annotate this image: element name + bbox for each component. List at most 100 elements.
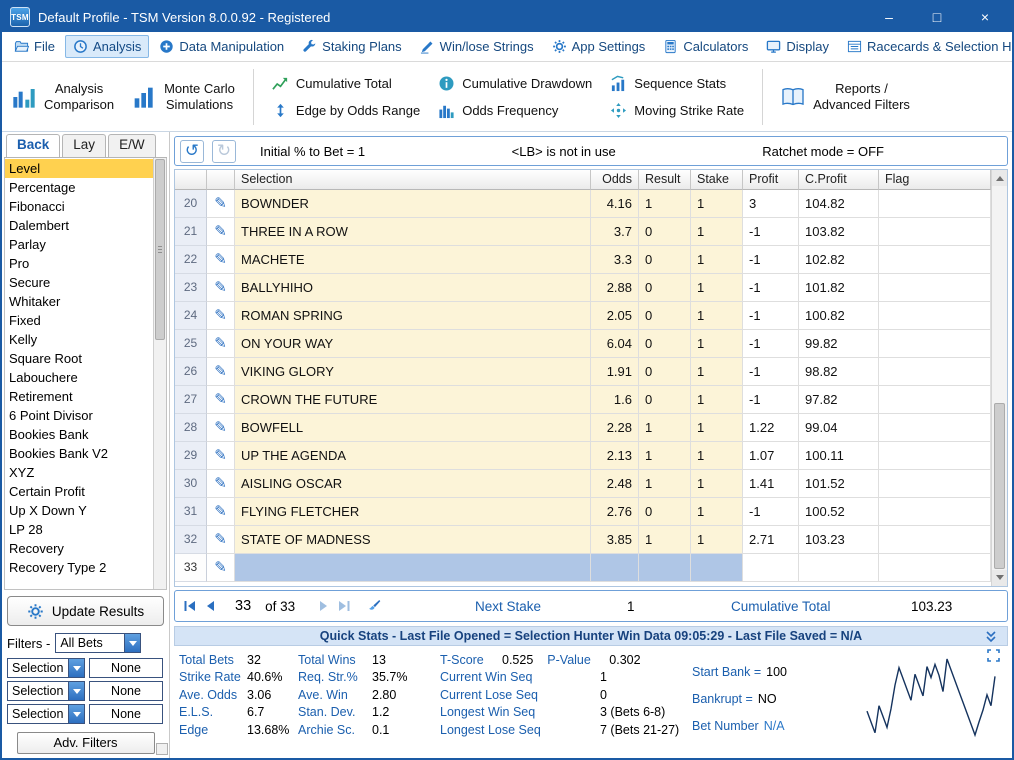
edit-row-button[interactable]: ✎: [207, 330, 235, 358]
cell-odds[interactable]: 4.16: [591, 190, 639, 218]
cell-stake[interactable]: 1: [691, 386, 743, 414]
selection-filter-value[interactable]: None: [89, 658, 163, 678]
cell-result[interactable]: 0: [639, 302, 691, 330]
edit-row-button[interactable]: ✎: [207, 302, 235, 330]
table-scrollbar[interactable]: [991, 170, 1007, 586]
plan-item-certain-profit[interactable]: Certain Profit: [5, 482, 153, 501]
cell-odds[interactable]: 2.88: [591, 274, 639, 302]
plan-item-square-root[interactable]: Square Root: [5, 349, 153, 368]
edit-row-button[interactable]: ✎: [207, 246, 235, 274]
cell-selection[interactable]: AISLING OSCAR: [235, 470, 591, 498]
column-header-odds[interactable]: Odds: [591, 170, 639, 190]
tab-back[interactable]: Back: [6, 134, 60, 157]
ribbon-item-odds-frequency[interactable]: Odds Frequency: [438, 102, 592, 119]
chevron-double-down-icon[interactable]: [985, 630, 997, 646]
cell-selection[interactable]: CROWN THE FUTURE: [235, 386, 591, 414]
plan-item-bookies-bank[interactable]: Bookies Bank: [5, 425, 153, 444]
menu-item-analysis[interactable]: Analysis: [65, 35, 149, 58]
plan-list-scrollbar[interactable]: [153, 158, 166, 589]
cell-selection[interactable]: THREE IN A ROW: [235, 218, 591, 246]
selection-filter-value[interactable]: None: [89, 704, 163, 724]
cell-result[interactable]: 0: [639, 274, 691, 302]
plan-item-bookies-bank-v2[interactable]: Bookies Bank V2: [5, 444, 153, 463]
cell-stake[interactable]: 1: [691, 470, 743, 498]
column-header-c-profit[interactable]: C.Profit: [799, 170, 879, 190]
menu-item-data-manipulation[interactable]: Data Manipulation: [151, 35, 292, 58]
cell-stake[interactable]: 1: [691, 218, 743, 246]
menu-item-win-lose-strings[interactable]: Win/lose Strings: [412, 35, 542, 58]
cell-stake[interactable]: 1: [691, 190, 743, 218]
column-header-stake[interactable]: Stake: [691, 170, 743, 190]
edit-row-button[interactable]: ✎: [207, 190, 235, 218]
cell-result[interactable]: 1: [639, 526, 691, 554]
cell-stake[interactable]: 1: [691, 302, 743, 330]
selection-filter-value[interactable]: None: [89, 681, 163, 701]
cell-selection[interactable]: BOWFELL: [235, 414, 591, 442]
cell-stake[interactable]: 1: [691, 246, 743, 274]
plan-item-recovery-type-2[interactable]: Recovery Type 2: [5, 558, 153, 577]
ribbon-item-monte-carlo-simulations[interactable]: Monte CarloSimulations: [132, 81, 235, 113]
edit-row-button[interactable]: ✎: [207, 498, 235, 526]
cell-result[interactable]: 0: [639, 330, 691, 358]
plan-item-secure[interactable]: Secure: [5, 273, 153, 292]
cell-selection[interactable]: MACHETE: [235, 246, 591, 274]
scroll-up-icon[interactable]: [992, 170, 1007, 186]
cell-selection[interactable]: FLYING FLETCHER: [235, 498, 591, 526]
brush-icon[interactable]: [367, 599, 381, 613]
close-button[interactable]: ×: [976, 9, 994, 25]
cell-selection[interactable]: STATE OF MADNESS: [235, 526, 591, 554]
edit-row-button[interactable]: ✎: [207, 358, 235, 386]
resize-grip[interactable]: [156, 743, 168, 755]
plan-item-fixed[interactable]: Fixed: [5, 311, 153, 330]
edit-row-button[interactable]: ✎: [207, 526, 235, 554]
cell-result[interactable]: 0: [639, 386, 691, 414]
ribbon-item-moving-strike-rate[interactable]: Moving Strike Rate: [610, 102, 744, 119]
plan-item-level[interactable]: Level: [5, 159, 153, 178]
plan-item-fibonacci[interactable]: Fibonacci: [5, 197, 153, 216]
cell-stake[interactable]: 1: [691, 274, 743, 302]
column-header-result[interactable]: Result: [639, 170, 691, 190]
menu-item-file[interactable]: File: [6, 35, 63, 58]
cell-selection[interactable]: UP THE AGENDA: [235, 442, 591, 470]
first-record-icon[interactable]: [183, 599, 197, 613]
ribbon-item-cumulative-total[interactable]: Cumulative Total: [272, 75, 420, 92]
edit-row-button[interactable]: ✎: [207, 442, 235, 470]
edit-row-button[interactable]: ✎: [207, 470, 235, 498]
cell-selection[interactable]: [235, 554, 591, 582]
cell-result[interactable]: 0: [639, 218, 691, 246]
cell-odds[interactable]: 1.91: [591, 358, 639, 386]
selection-filter-dropdown[interactable]: Selection: [7, 681, 85, 701]
plan-item-labouchere[interactable]: Labouchere: [5, 368, 153, 387]
cell-odds[interactable]: 2.05: [591, 302, 639, 330]
chevron-down-icon[interactable]: [124, 634, 140, 652]
cell-result[interactable]: 1: [639, 470, 691, 498]
plan-item-whitaker[interactable]: Whitaker: [5, 292, 153, 311]
cell-selection[interactable]: BOWNDER: [235, 190, 591, 218]
ribbon-item-reports-advanced-filters[interactable]: Reports /Advanced Filters: [781, 81, 910, 113]
plan-item-up-x-down-y[interactable]: Up X Down Y: [5, 501, 153, 520]
filters-dropdown[interactable]: All Bets: [55, 633, 141, 653]
scrollbar-thumb[interactable]: [155, 159, 165, 340]
cell-stake[interactable]: [691, 554, 743, 582]
edit-row-button[interactable]: ✎: [207, 554, 235, 582]
cell-stake[interactable]: 1: [691, 358, 743, 386]
cell-selection[interactable]: VIKING GLORY: [235, 358, 591, 386]
plan-item-percentage[interactable]: Percentage: [5, 178, 153, 197]
scroll-down-icon[interactable]: [992, 570, 1007, 586]
cell-result[interactable]: 0: [639, 498, 691, 526]
previous-record-icon[interactable]: [203, 599, 217, 613]
cell-selection[interactable]: BALLYHIHO: [235, 274, 591, 302]
cell-stake[interactable]: 1: [691, 330, 743, 358]
ribbon-item-edge-by-odds-range[interactable]: Edge by Odds Range: [272, 102, 420, 119]
tab-lay[interactable]: Lay: [62, 134, 106, 157]
maximize-button[interactable]: □: [928, 9, 946, 25]
last-record-icon[interactable]: [337, 599, 351, 613]
cell-odds[interactable]: 2.28: [591, 414, 639, 442]
cell-result[interactable]: [639, 554, 691, 582]
cell-stake[interactable]: 1: [691, 442, 743, 470]
menu-item-display[interactable]: Display: [758, 35, 837, 58]
selection-filter-dropdown[interactable]: Selection: [7, 704, 85, 724]
plan-item-retirement[interactable]: Retirement: [5, 387, 153, 406]
redo-icon[interactable]: ↻: [212, 140, 236, 163]
plan-item-xyz[interactable]: XYZ: [5, 463, 153, 482]
